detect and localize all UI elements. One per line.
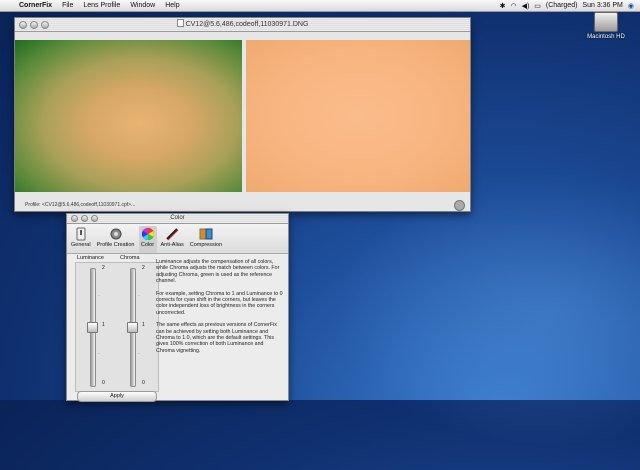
pen-icon xyxy=(166,228,179,241)
color-description: Luminance adjusts the compensation of al… xyxy=(156,259,283,360)
tab-compression[interactable]: Compression xyxy=(188,226,224,253)
luminance-max-label: 2 xyxy=(102,265,105,271)
volume-icon[interactable]: ◀) xyxy=(522,2,530,10)
menu-help[interactable]: Help xyxy=(160,2,184,9)
slider-group: 2 1 0 - - 2 1 0 - - xyxy=(75,262,159,392)
chroma-min-label: 0 xyxy=(142,380,145,386)
color-window-title: Color xyxy=(170,215,185,221)
color-close-button[interactable] xyxy=(71,215,78,222)
tab-anti-alias-label: Anti-Alias xyxy=(160,242,184,248)
window-controls xyxy=(19,21,49,29)
corrected-image-pane xyxy=(246,40,470,192)
tab-color-label: Color xyxy=(140,242,155,248)
chroma-max-label: 2 xyxy=(142,265,145,271)
chroma-slider-thumb[interactable] xyxy=(127,322,138,333)
hard-disk-icon xyxy=(594,12,618,32)
document-icon xyxy=(176,19,184,27)
color-settings: Luminance Chroma 2 1 0 - - 2 1 0 - - App… xyxy=(67,254,288,402)
image-window-titlebar[interactable]: CV12@5.6,486,codeoff,11030971.DNG xyxy=(15,18,470,32)
image-window: CV12@5.6,486,codeoff,11030971.DNG Profil… xyxy=(14,17,471,212)
menu-bar: CornerFix File Lens Profile Window Help … xyxy=(0,0,640,12)
chroma-tick: - xyxy=(138,293,140,299)
switch-icon xyxy=(76,227,86,241)
color-wheel-icon xyxy=(141,228,154,240)
spotlight-icon[interactable]: ◉ xyxy=(628,2,634,10)
luminance-tick: - xyxy=(98,293,100,299)
description-paragraph: The same effects as previous versions of… xyxy=(156,322,277,354)
chroma-tick: - xyxy=(138,351,140,357)
clock[interactable]: Sun 3:36 PM xyxy=(582,2,622,9)
apply-button[interactable]: Apply xyxy=(77,391,157,402)
tab-profile-creation[interactable]: Profile Creation xyxy=(95,226,137,253)
battery-status[interactable]: (Charged) xyxy=(546,2,578,9)
bluetooth-icon[interactable]: ✱ xyxy=(500,2,506,10)
description-paragraph: Luminance adjusts the compensation of al… xyxy=(156,259,280,285)
tab-profile-creation-label: Profile Creation xyxy=(96,242,135,248)
preferences-toolbar: General Profile Creation Color Anti-Alia… xyxy=(67,224,288,254)
menu-file[interactable]: File xyxy=(57,2,78,9)
tab-anti-alias[interactable]: Anti-Alias xyxy=(159,226,186,253)
gear-icon xyxy=(110,228,122,240)
luminance-min-label: 0 xyxy=(102,380,105,386)
color-preferences-window: Color General Profile Creation Color Ant… xyxy=(66,213,289,402)
tab-general[interactable]: General xyxy=(69,226,93,253)
tab-general-label: General xyxy=(71,242,91,248)
menu-lens-profile[interactable]: Lens Profile xyxy=(78,2,125,9)
chroma-mid-label: 1 xyxy=(142,322,145,328)
menu-app-name[interactable]: CornerFix xyxy=(14,2,57,9)
color-zoom-button[interactable] xyxy=(91,215,98,222)
tab-color[interactable]: Color xyxy=(138,226,157,253)
menu-extras: ✱ ◠ ◀) ▭ (Charged) Sun 3:36 PM ◉ xyxy=(500,2,640,10)
battery-icon[interactable]: ▭ xyxy=(534,2,541,10)
original-image-pane xyxy=(15,40,242,192)
desktop-hard-disk[interactable]: Macintosh HD xyxy=(586,12,626,40)
zoom-button[interactable] xyxy=(41,21,49,29)
minimize-button[interactable] xyxy=(30,21,38,29)
color-window-titlebar[interactable]: Color xyxy=(67,214,288,224)
luminance-slider-thumb[interactable] xyxy=(87,322,98,333)
image-panes xyxy=(15,40,470,192)
compression-icon xyxy=(199,228,213,240)
color-window-controls xyxy=(71,215,98,222)
luminance-mid-label: 1 xyxy=(102,322,105,328)
image-window-title: CV12@5.6,486,codeoff,11030971.DNG xyxy=(185,21,309,28)
profile-status: Profile: <CV12@5.6,486,codeoff,11030971.… xyxy=(25,202,136,208)
hard-disk-label: Macintosh HD xyxy=(587,34,625,40)
close-button[interactable] xyxy=(19,21,27,29)
tab-compression-label: Compression xyxy=(189,242,223,248)
description-paragraph: For example, setting Chroma to 1 and Lum… xyxy=(156,290,283,316)
wifi-icon[interactable]: ◠ xyxy=(510,2,516,10)
progress-icon xyxy=(454,200,465,211)
color-minimize-button[interactable] xyxy=(81,215,88,222)
luminance-label: Luminance xyxy=(77,255,104,261)
luminance-tick: - xyxy=(98,351,100,357)
chroma-label: Chroma xyxy=(120,255,140,261)
menu-window[interactable]: Window xyxy=(125,2,160,9)
